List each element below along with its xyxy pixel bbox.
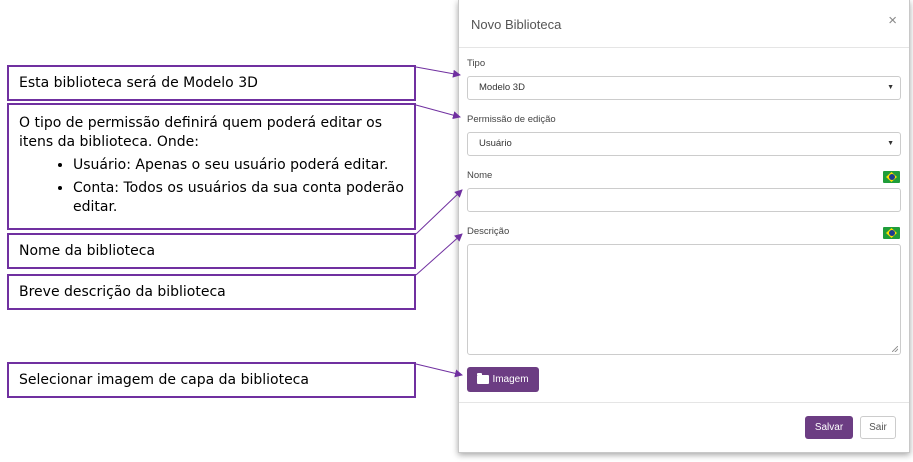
chevron-down-icon: ▼ [887, 140, 894, 147]
name-label: Nome [467, 170, 493, 181]
callout-description-text: Breve descrição da biblioteca [19, 284, 226, 300]
brazil-flag-icon [883, 227, 900, 239]
description-textarea[interactable] [467, 244, 901, 355]
exit-button-label: Sair [869, 422, 887, 433]
arrow-name [415, 189, 463, 235]
type-select[interactable]: Modelo 3D ▼ [467, 76, 901, 100]
arrow-type [415, 66, 461, 78]
close-icon[interactable]: × [888, 12, 897, 29]
image-button[interactable]: Imagem [467, 367, 539, 392]
arrow-permission [415, 104, 461, 120]
arrow-description [415, 233, 463, 276]
callout-type: Esta biblioteca será de Modelo 3D [7, 65, 416, 101]
type-label: Tipo [467, 58, 486, 69]
image-button-label: Imagem [492, 374, 529, 385]
name-input[interactable] [467, 188, 901, 212]
save-button[interactable]: Salvar [805, 416, 853, 439]
permission-select[interactable]: Usuário ▼ [467, 132, 901, 156]
callout-description: Breve descrição da biblioteca [7, 274, 416, 310]
callout-permission-list: Usuário: Apenas o seu usuário poderá edi… [19, 156, 404, 217]
type-select-value: Modelo 3D [479, 82, 525, 93]
resize-handle-icon[interactable] [892, 346, 898, 352]
callout-image-text: Selecionar imagem de capa da biblioteca [19, 372, 309, 388]
callout-permission: O tipo de permissão definirá quem poderá… [7, 103, 416, 230]
folder-open-icon [477, 373, 490, 384]
save-button-label: Salvar [814, 422, 844, 433]
callout-image: Selecionar imagem de capa da biblioteca [7, 362, 416, 398]
new-library-modal: Novo Biblioteca × Tipo Modelo 3D ▼ Permi… [458, 0, 910, 453]
callout-name-text: Nome da biblioteca [19, 243, 156, 259]
footer-divider [459, 402, 909, 403]
modal-title: Novo Biblioteca [471, 17, 562, 32]
brazil-flag-icon [883, 171, 900, 183]
exit-button[interactable]: Sair [860, 416, 896, 439]
description-label: Descrição [467, 226, 510, 237]
chevron-down-icon: ▼ [887, 84, 894, 91]
callout-permission-text: O tipo de permissão definirá quem poderá… [19, 115, 383, 150]
callout-permission-item: Usuário: Apenas o seu usuário poderá edi… [73, 156, 404, 175]
permission-label: Permissão de edição [467, 114, 556, 125]
permission-select-value: Usuário [479, 138, 512, 149]
arrow-image [415, 363, 463, 378]
modal-header: Novo Biblioteca × [459, 0, 909, 48]
callout-name: Nome da biblioteca [7, 233, 416, 269]
callout-type-text: Esta biblioteca será de Modelo 3D [19, 75, 258, 91]
callout-permission-item: Conta: Todos os usuários da sua conta po… [73, 179, 404, 217]
